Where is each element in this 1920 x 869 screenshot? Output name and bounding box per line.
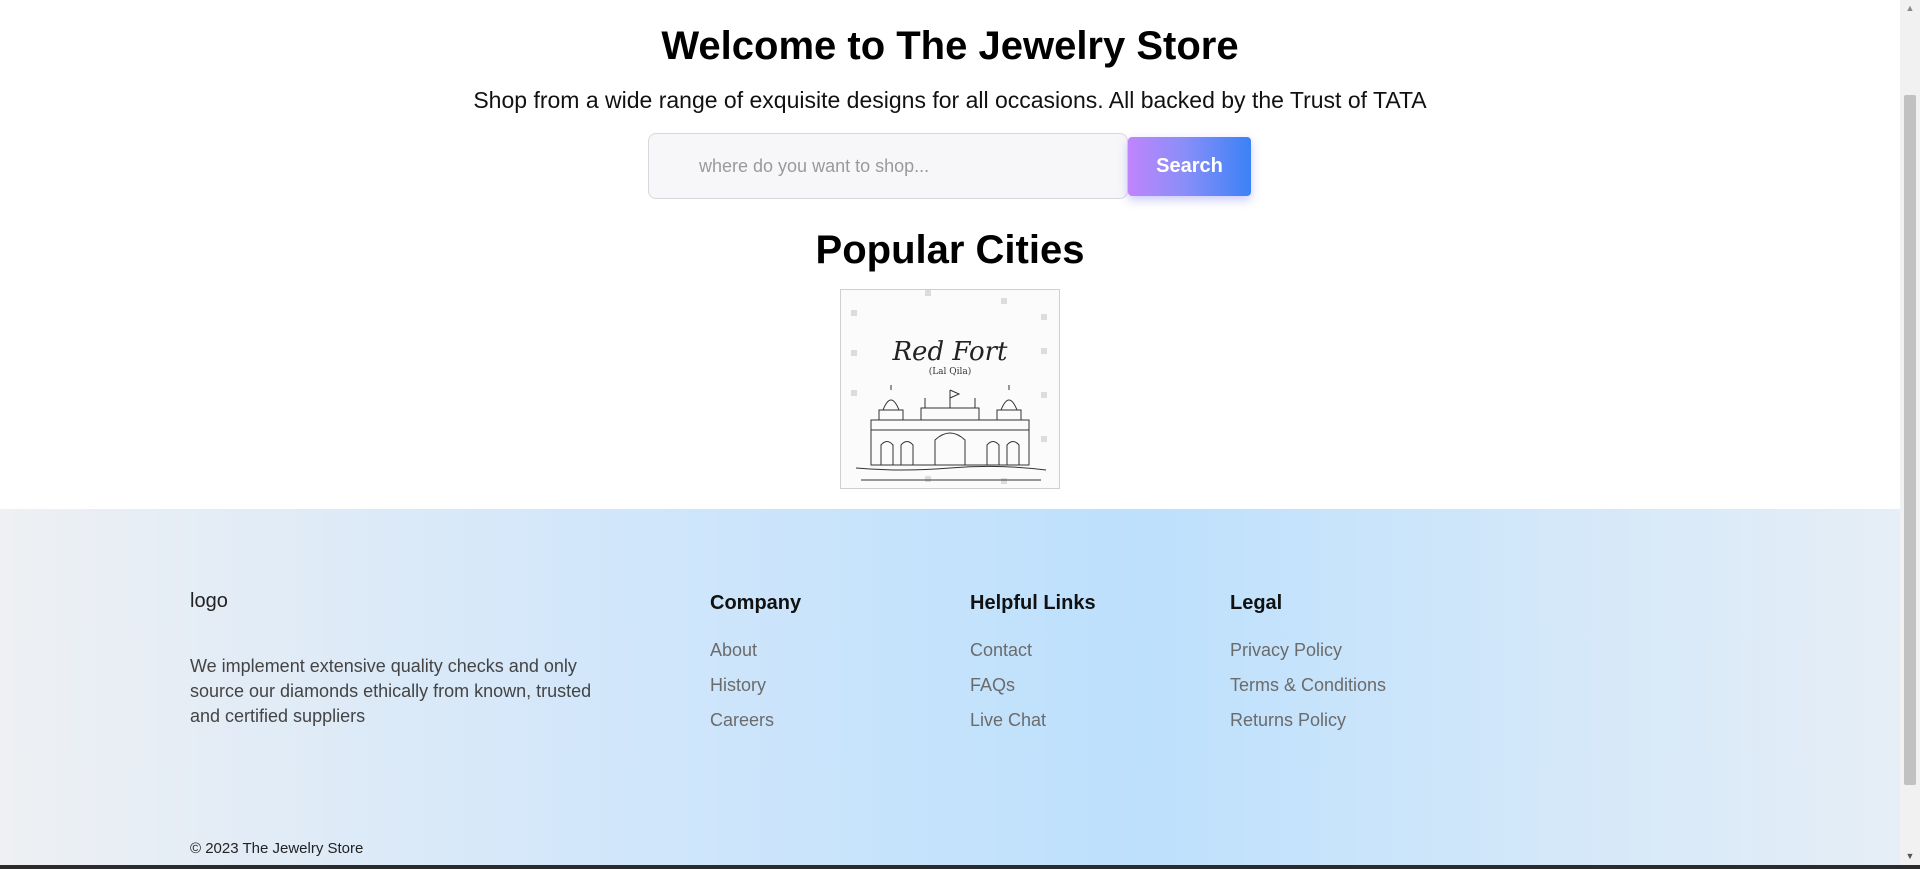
footer-column-helpful-links: Helpful Links Contact FAQs Live Chat (970, 591, 1096, 744)
search-button[interactable]: Search (1128, 136, 1251, 196)
footer-link-terms-conditions[interactable]: Terms & Conditions (1230, 674, 1386, 696)
scroll-up-arrow-icon[interactable]: ▲ (1900, 0, 1920, 17)
footer-heading-legal: Legal (1230, 592, 1283, 614)
footer-link-about[interactable]: About (710, 639, 801, 661)
window-bottom-border (0, 865, 1920, 869)
search-bar: Search (648, 133, 1251, 199)
footer-description: We implement extensive quality checks an… (190, 656, 592, 726)
copyright-text: © 2023 The Jewelry Store (190, 840, 364, 857)
footer: logo We implement extensive quality chec… (0, 509, 1900, 869)
footer-link-careers[interactable]: Careers (710, 709, 801, 731)
main-content: Welcome to The Jewelry Store Shop from a… (0, 0, 1900, 509)
footer-column-legal: Legal Privacy Policy Terms & Conditions … (1230, 591, 1386, 744)
scroll-down-arrow-icon[interactable]: ▼ (1900, 848, 1920, 865)
footer-link-returns-policy[interactable]: Returns Policy (1230, 709, 1386, 731)
vertical-scrollbar[interactable]: ▲ ▼ (1900, 0, 1920, 865)
footer-logo[interactable]: logo (190, 589, 228, 613)
popular-cities-title: Popular Cities (815, 228, 1085, 272)
footer-heading-helpful-links: Helpful Links (970, 592, 1096, 614)
page: Welcome to The Jewelry Store Shop from a… (0, 0, 1920, 869)
footer-link-faqs[interactable]: FAQs (970, 674, 1096, 696)
red-fort-subtitle: (Lal Qila) (929, 366, 972, 377)
hero-title: Welcome to The Jewelry Store (661, 24, 1239, 68)
red-fort-title: Red Fort (891, 337, 1008, 367)
footer-link-history[interactable]: History (710, 674, 801, 696)
hero-subtitle: Shop from a wide range of exquisite desi… (473, 87, 1427, 113)
search-input[interactable] (648, 133, 1128, 199)
scrollbar-thumb[interactable] (1904, 95, 1916, 785)
footer-link-live-chat[interactable]: Live Chat (970, 709, 1096, 731)
footer-column-company: Company About History Careers (710, 591, 801, 744)
footer-link-privacy-policy[interactable]: Privacy Policy (1230, 639, 1386, 661)
city-card-red-fort[interactable]: Red Fort (Lal Qila) (840, 289, 1060, 489)
footer-heading-company: Company (710, 592, 802, 614)
footer-link-contact[interactable]: Contact (970, 639, 1096, 661)
red-fort-sketch-image: Red Fort (Lal Qila) (841, 290, 1059, 488)
